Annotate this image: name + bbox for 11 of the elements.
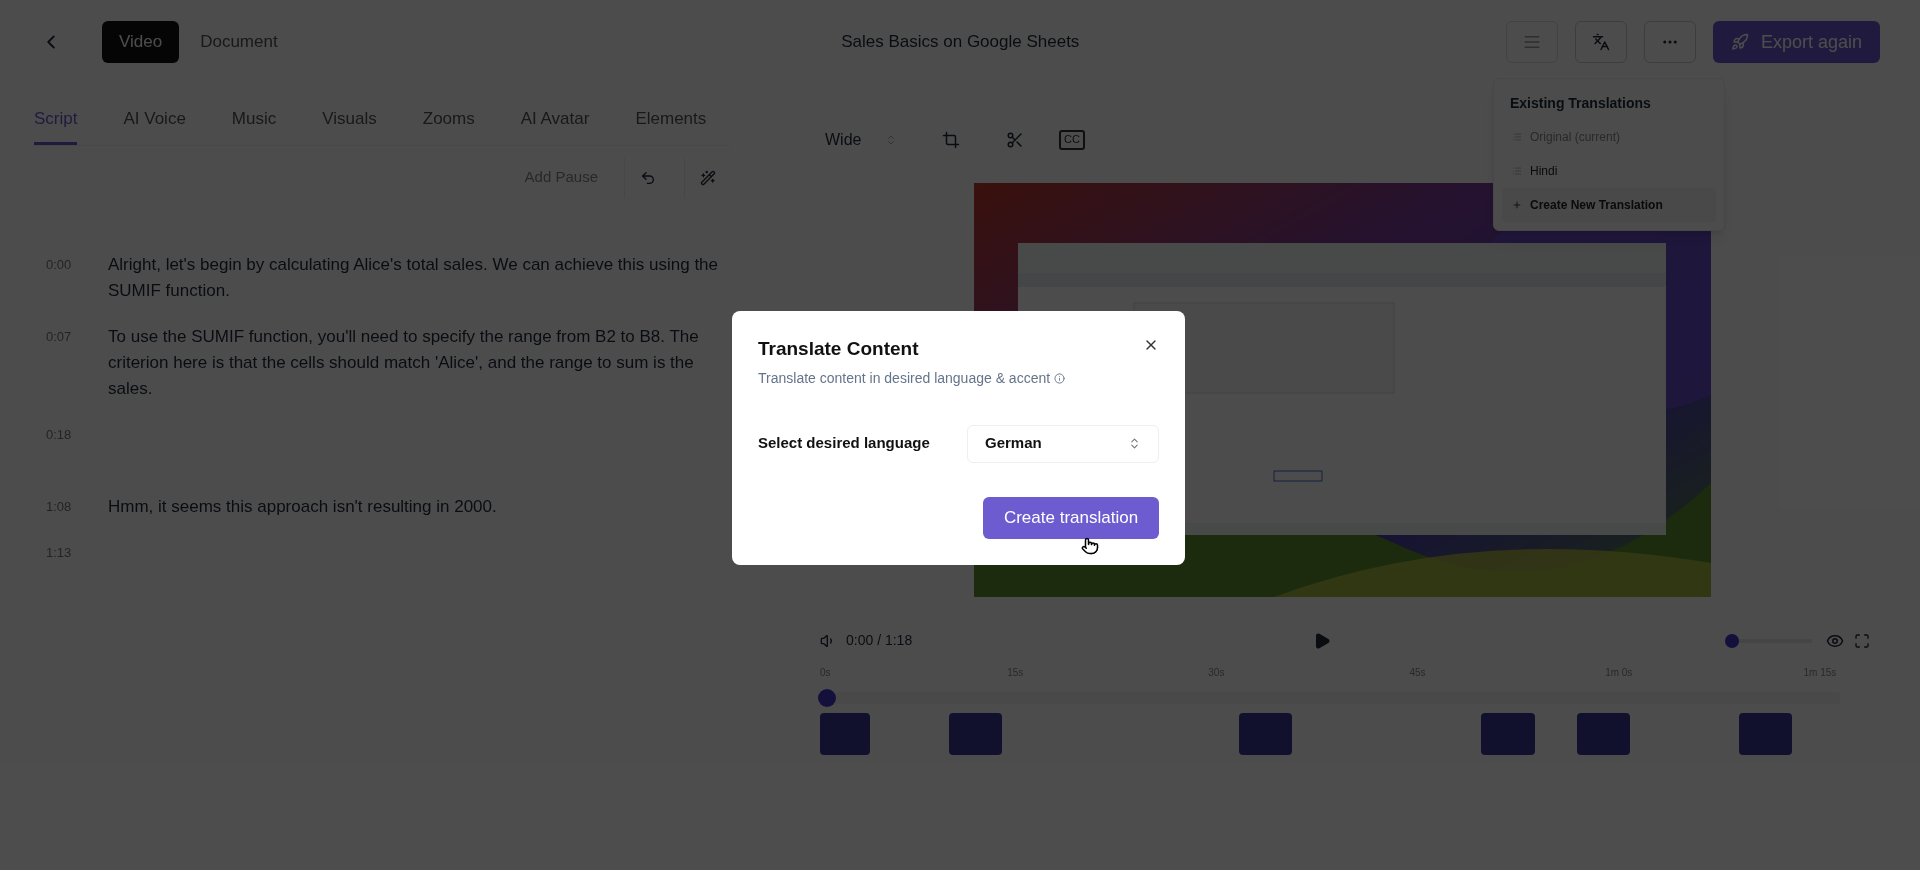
playback-time: 0:00 / 1:18 xyxy=(846,631,913,650)
field-label: Select desired language xyxy=(758,433,930,454)
language-select[interactable]: German xyxy=(967,424,1159,463)
create-translation-button[interactable]: Create translation xyxy=(983,496,1159,539)
chevrons-icon xyxy=(1128,437,1141,450)
cursor-icon xyxy=(1081,536,1099,555)
info-icon[interactable] xyxy=(1054,372,1066,384)
project-title: Sales Basics on Google Sheets xyxy=(841,31,1080,54)
menu-title: Existing Translations xyxy=(1509,94,1652,113)
dialog-title: Translate Content xyxy=(758,337,919,361)
dialog-subtitle: Translate content in desired language & accent xyxy=(758,368,1051,388)
